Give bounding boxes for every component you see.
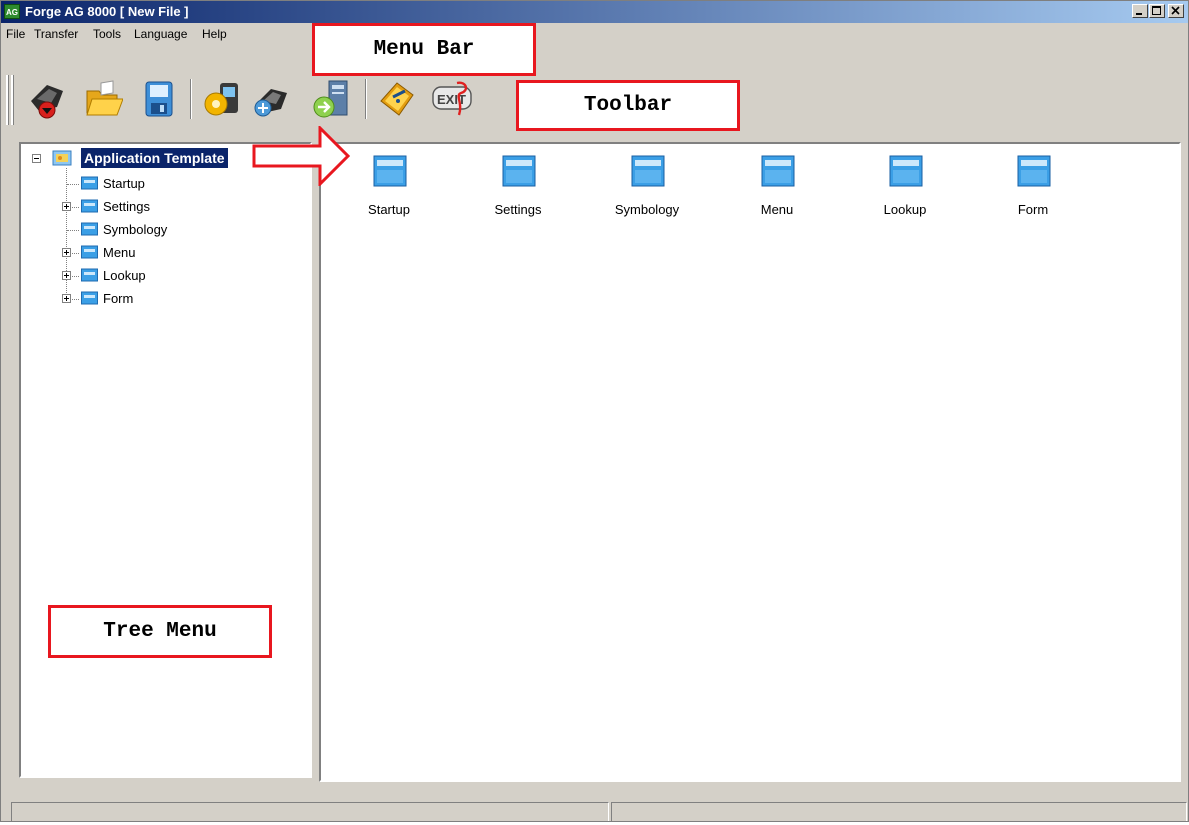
menu-help[interactable]: Help: [202, 27, 227, 41]
folder-icon: [81, 268, 98, 282]
content-item-form[interactable]: Form: [988, 144, 1078, 224]
toolbar-separator: [190, 79, 192, 119]
maximize-icon: [1152, 6, 1161, 15]
content-item-startup[interactable]: Startup: [344, 144, 434, 224]
folder-icon: [1017, 155, 1051, 187]
minimize-button[interactable]: [1132, 4, 1148, 18]
menu-transfer[interactable]: Transfer: [34, 27, 78, 41]
folder-icon: [373, 155, 407, 187]
content-item-menu[interactable]: Menu: [732, 144, 822, 224]
tree-item-form[interactable]: Form: [103, 291, 133, 307]
folder-icon: [81, 222, 98, 236]
tree-connector: [72, 299, 79, 300]
status-bar: [1, 799, 1188, 821]
folder-icon: [889, 155, 923, 187]
new-device-icon: [31, 85, 63, 119]
expand-toggle[interactable]: [62, 248, 71, 257]
window-title: Forge AG 8000 [ New File ]: [25, 4, 189, 19]
toolbar-separator: [365, 79, 367, 119]
title-bar[interactable]: AG Forge AG 8000 [ New File ]: [1, 1, 1188, 23]
callout-arrow-icon: [252, 126, 350, 186]
tree-connector: [72, 253, 79, 254]
menu-bar: File Transfer Tools Language Help: [1, 23, 1188, 47]
expand-toggle[interactable]: [62, 294, 71, 303]
tree-connector: [72, 276, 79, 277]
device-connect-icon: [254, 89, 287, 117]
svg-text:EXIT: EXIT: [437, 92, 466, 107]
menu-file[interactable]: File: [6, 27, 25, 41]
menu-language[interactable]: Language: [134, 27, 187, 41]
tree-connector: [72, 207, 79, 208]
tree-item-symbology[interactable]: Symbology: [103, 222, 167, 238]
folder-icon: [502, 155, 536, 187]
content-item-settings[interactable]: Settings: [473, 144, 563, 224]
content-item-label: Settings: [494, 202, 542, 217]
tree-item-startup[interactable]: Startup: [103, 176, 145, 192]
expand-toggle[interactable]: [62, 202, 71, 211]
content-item-label: Startup: [368, 202, 410, 217]
folder-icon: [81, 176, 98, 190]
folder-icon: [631, 155, 665, 187]
help-button[interactable]: [377, 77, 417, 121]
tree-item-menu[interactable]: Menu: [103, 245, 136, 261]
tree-item-lookup[interactable]: Lookup: [103, 268, 146, 284]
content-item-label: Lookup: [883, 202, 927, 217]
open-folder-icon: [86, 80, 123, 116]
menu-bar-callout: Menu Bar: [312, 23, 536, 76]
application-template-icon: [52, 150, 72, 166]
minimize-icon: [1136, 13, 1142, 15]
save-button[interactable]: [138, 77, 178, 121]
device-connect-button[interactable]: [251, 77, 291, 121]
tree-root[interactable]: Application Template: [81, 148, 228, 168]
maximize-button[interactable]: [1149, 4, 1165, 18]
folder-icon: [81, 199, 98, 213]
close-button[interactable]: [1168, 4, 1184, 18]
status-panel-right: [611, 802, 1187, 821]
help-book-icon: [380, 82, 414, 116]
folder-icon: [81, 245, 98, 259]
toolbar-grip[interactable]: [6, 75, 9, 125]
save-floppy-icon: [145, 81, 173, 117]
toolbar-grip[interactable]: [11, 75, 14, 125]
tree-connector: [67, 230, 79, 231]
transfer-button[interactable]: [311, 77, 351, 121]
new-button[interactable]: [27, 77, 67, 121]
collapse-toggle[interactable]: [32, 154, 41, 163]
tree-menu-callout: Tree Menu: [48, 605, 272, 658]
status-panel-left: [11, 802, 609, 821]
tree-panel[interactable]: Application Template Startup Settings Sy…: [19, 142, 312, 778]
content-item-label: Symbology: [614, 202, 680, 217]
open-button[interactable]: [83, 77, 123, 121]
device-settings-button[interactable]: [202, 77, 242, 121]
exit-icon: EXIT: [432, 81, 472, 116]
toolbar-callout: Toolbar: [516, 80, 740, 131]
content-item-lookup[interactable]: Lookup: [860, 144, 950, 224]
folder-icon: [81, 291, 98, 305]
expand-toggle[interactable]: [62, 271, 71, 280]
content-item-symbology[interactable]: Symbology: [602, 144, 692, 224]
content-item-label: Form: [1017, 202, 1049, 217]
close-icon: [1171, 6, 1180, 15]
app-logo-icon: AG: [4, 4, 20, 19]
device-settings-icon: [204, 83, 238, 116]
content-panel[interactable]: Startup Settings Symbology Menu Lookup F…: [319, 142, 1181, 782]
exit-button[interactable]: EXIT: [429, 77, 472, 121]
folder-icon: [761, 155, 795, 187]
tree-item-settings[interactable]: Settings: [103, 199, 150, 215]
transfer-to-pc-icon: [313, 80, 348, 118]
tree-connector: [67, 184, 79, 185]
menu-tools[interactable]: Tools: [93, 27, 121, 41]
content-item-label: Menu: [760, 202, 794, 217]
